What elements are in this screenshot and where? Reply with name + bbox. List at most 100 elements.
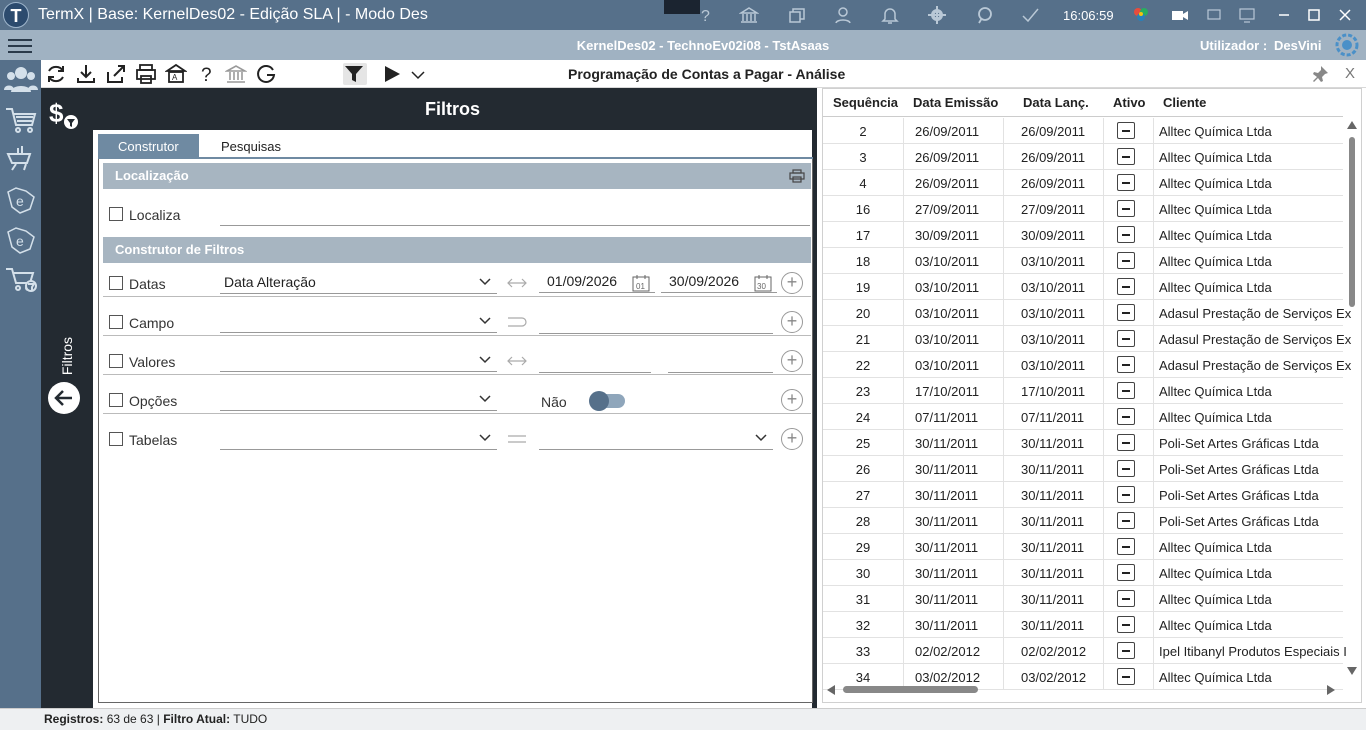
valores-to-input[interactable] xyxy=(668,372,773,373)
opcoes-toggle[interactable] xyxy=(589,391,625,411)
add-datas-button[interactable]: + xyxy=(781,272,803,294)
horizontal-scroll-thumb[interactable] xyxy=(843,686,978,693)
ativo-checkbox[interactable] xyxy=(1117,408,1135,425)
print-icon[interactable] xyxy=(135,63,159,85)
help-icon[interactable]: ? xyxy=(696,5,718,25)
opcoes-select[interactable] xyxy=(220,389,497,411)
table-row[interactable]: 24 07/11/2011 07/11/2011 Alltec Química Ltd… xyxy=(823,404,1343,430)
table-row[interactable]: 17 30/09/2011 30/09/2011 Alltec Química Ltd… xyxy=(823,222,1343,248)
table-row[interactable]: 19 03/10/2011 03/10/2011 Alltec Química Ltd… xyxy=(823,274,1343,300)
localiza-input[interactable] xyxy=(220,225,810,226)
help-icon[interactable]: ? xyxy=(195,63,219,86)
column-header-data-emissao[interactable]: Data Emissão xyxy=(913,95,998,110)
ativo-checkbox[interactable] xyxy=(1117,512,1135,529)
tabelas-checkbox[interactable] xyxy=(109,432,123,446)
column-header-sequencia[interactable]: Sequência xyxy=(833,95,898,110)
report-icon[interactable]: A xyxy=(164,63,189,85)
table-row[interactable]: 3 26/09/2011 26/09/2011 Alltec Química Ltda xyxy=(823,144,1343,170)
ativo-checkbox[interactable] xyxy=(1117,564,1135,581)
bank-icon[interactable] xyxy=(738,5,761,25)
money-filter-icon[interactable]: $ xyxy=(47,98,81,132)
tab-pesquisas[interactable]: Pesquisas xyxy=(201,134,301,159)
localiza-checkbox[interactable] xyxy=(109,207,123,221)
print-small-icon[interactable] xyxy=(789,169,805,183)
scroll-down-icon[interactable] xyxy=(1347,667,1357,675)
tab-construtor[interactable]: Construtor xyxy=(98,134,199,159)
settings-gear-icon[interactable] xyxy=(1334,32,1360,58)
column-header-ativo[interactable]: Ativo xyxy=(1113,95,1146,110)
column-header-cliente[interactable]: Cliente xyxy=(1163,95,1206,110)
ativo-checkbox[interactable] xyxy=(1117,590,1135,607)
campo-value-input[interactable] xyxy=(539,333,773,334)
flag-icon[interactable] xyxy=(974,5,996,25)
scroll-left-icon[interactable] xyxy=(827,685,835,695)
side-label-filtros[interactable]: Filtros xyxy=(53,328,79,388)
valores-select[interactable] xyxy=(220,350,497,372)
user-name[interactable]: DesVini xyxy=(1274,38,1321,53)
equals-icon[interactable] xyxy=(506,432,528,446)
ativo-checkbox[interactable] xyxy=(1117,434,1135,451)
share-icon[interactable] xyxy=(105,63,129,85)
window-handle[interactable] xyxy=(664,0,700,14)
calendar-icon[interactable]: 30 xyxy=(754,274,772,292)
color-palette-icon[interactable] xyxy=(1131,5,1153,25)
valores-from-input[interactable] xyxy=(539,372,651,373)
table-row[interactable]: 23 17/10/2011 17/10/2011 Alltec Química Ltd… xyxy=(823,378,1343,404)
scroll-up-icon[interactable] xyxy=(1347,121,1357,129)
close-icon[interactable] xyxy=(1335,5,1357,25)
calendar-icon[interactable]: 01 xyxy=(632,274,650,292)
play-icon[interactable] xyxy=(381,63,405,85)
windows-icon[interactable] xyxy=(787,5,809,25)
close-page-button[interactable]: X xyxy=(1345,65,1355,82)
datas-field-select[interactable]: Data Alteração xyxy=(220,272,497,294)
bank-icon[interactable] xyxy=(223,63,249,85)
download-icon[interactable] xyxy=(75,63,99,85)
table-row[interactable]: 31 30/11/2011 30/11/2011 Alltec Química Ltd… xyxy=(823,586,1343,612)
add-valores-button[interactable]: + xyxy=(781,350,803,372)
camera-icon[interactable] xyxy=(1170,5,1192,25)
ativo-checkbox[interactable] xyxy=(1117,486,1135,503)
horizontal-scrollbar[interactable] xyxy=(823,681,1343,699)
cart-icon[interactable] xyxy=(4,104,38,136)
pin-icon[interactable] xyxy=(1311,65,1329,83)
table-row[interactable]: 26 30/11/2011 30/11/2011 Poli-Set Artes Grá… xyxy=(823,456,1343,482)
map-e-icon[interactable]: e xyxy=(4,184,38,216)
ativo-checkbox[interactable] xyxy=(1117,304,1135,321)
opcoes-checkbox[interactable] xyxy=(109,393,123,407)
table-row[interactable]: 33 02/02/2012 02/02/2012 Ipel Itibanyl Prod… xyxy=(823,638,1347,664)
datas-checkbox[interactable] xyxy=(109,276,123,290)
operator-icon[interactable] xyxy=(506,315,528,329)
table-row[interactable]: 22 03/10/2011 03/10/2011 Adasul Prestação d… xyxy=(823,352,1351,378)
table-row[interactable]: 32 30/11/2011 30/11/2011 Alltec Química Ltd… xyxy=(823,612,1343,638)
user-icon[interactable] xyxy=(833,5,855,25)
ativo-checkbox[interactable] xyxy=(1117,148,1135,165)
ativo-checkbox[interactable] xyxy=(1117,278,1135,295)
table-row[interactable]: 20 03/10/2011 03/10/2011 Adasul Prestação d… xyxy=(823,300,1351,326)
cart-filter-icon[interactable] xyxy=(4,264,38,296)
ativo-checkbox[interactable] xyxy=(1117,616,1135,633)
refresh-icon[interactable] xyxy=(45,63,69,85)
ativo-checkbox[interactable] xyxy=(1117,356,1135,373)
add-opcoes-button[interactable]: + xyxy=(781,389,803,411)
scroll-right-icon[interactable] xyxy=(1327,685,1335,695)
ativo-checkbox[interactable] xyxy=(1117,460,1135,477)
tabelas-select[interactable] xyxy=(220,428,497,450)
maximize-icon[interactable] xyxy=(1304,5,1326,25)
vertical-scroll-thumb[interactable] xyxy=(1349,137,1355,307)
ativo-checkbox[interactable] xyxy=(1117,538,1135,555)
table-row[interactable]: 30 30/11/2011 30/11/2011 Alltec Química Ltd… xyxy=(823,560,1343,586)
bell-icon[interactable] xyxy=(880,5,902,25)
ativo-checkbox[interactable] xyxy=(1117,252,1135,269)
ativo-checkbox[interactable] xyxy=(1117,122,1135,139)
check-icon[interactable] xyxy=(1020,5,1042,25)
table-row[interactable]: 21 03/10/2011 03/10/2011 Adasul Prestação d… xyxy=(823,326,1351,352)
table-row[interactable]: 27 30/11/2011 30/11/2011 Poli-Set Artes Grá… xyxy=(823,482,1343,508)
table-row[interactable]: 25 30/11/2011 30/11/2011 Poli-Set Artes Grá… xyxy=(823,430,1343,456)
chevron-down-icon[interactable] xyxy=(407,63,425,85)
valores-checkbox[interactable] xyxy=(109,354,123,368)
table-row[interactable]: 2 26/09/2011 26/09/2011 Alltec Química Ltda xyxy=(823,118,1343,144)
ativo-checkbox[interactable] xyxy=(1117,330,1135,347)
people-icon[interactable] xyxy=(4,64,38,96)
ativo-checkbox[interactable] xyxy=(1117,200,1135,217)
ativo-checkbox[interactable] xyxy=(1117,382,1135,399)
